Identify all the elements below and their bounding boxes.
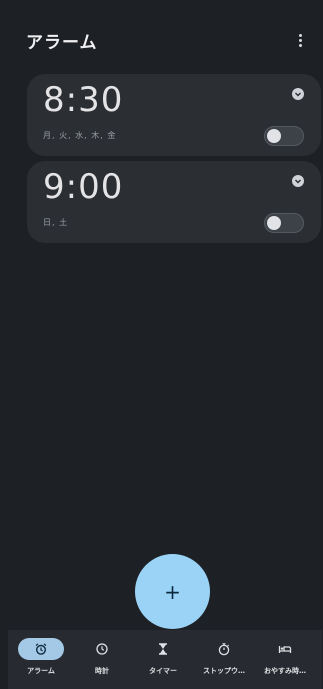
nav-item-bedtime[interactable]: おやすみ時… [254, 638, 316, 686]
alarm-time[interactable]: 9:00 [43, 167, 123, 207]
alarm-toggle[interactable] [264, 213, 304, 233]
nav-item-alarm[interactable]: アラーム [10, 638, 72, 686]
alarm-icon [18, 638, 64, 660]
expand-chevron-icon[interactable] [292, 88, 304, 100]
hourglass-icon [140, 638, 186, 660]
nav-label-alarm: アラーム [27, 667, 55, 675]
nav-label-stopwatch: ストップウ… [203, 667, 245, 675]
toggle-knob [267, 216, 281, 230]
nav-item-timer[interactable]: タイマー [132, 638, 194, 686]
more-options-icon[interactable] [292, 28, 308, 52]
nav-label-timer: タイマー [149, 667, 177, 675]
expand-chevron-icon[interactable] [292, 175, 304, 187]
alarm-card[interactable]: 8:30 月, 火, 水, 木, 金 [27, 74, 321, 156]
alarm-card[interactable]: 9:00 日, 土 [27, 161, 321, 243]
clock-icon [79, 638, 125, 660]
nav-label-clock: 時計 [95, 667, 109, 675]
stopwatch-icon [201, 638, 247, 660]
add-alarm-button[interactable]: + [135, 554, 210, 629]
alarm-days: 月, 火, 水, 木, 金 [43, 131, 117, 140]
toggle-knob [267, 129, 281, 143]
app-header: アラーム [26, 26, 308, 54]
alarm-toggle[interactable] [264, 126, 304, 146]
alarm-days: 日, 土 [43, 218, 69, 227]
bottom-navigation: アラーム 時計 タイマー ストップウ… おやすみ時… [8, 630, 322, 689]
nav-item-stopwatch[interactable]: ストップウ… [193, 638, 255, 686]
alarm-time[interactable]: 8:30 [43, 80, 123, 120]
alarm-app: アラーム 8:30 月, 火, 水, 木, 金 9:00 日, 土 + アラーム [8, 8, 322, 689]
bed-icon [262, 638, 308, 660]
plus-icon: + [164, 579, 181, 604]
nav-label-bedtime: おやすみ時… [264, 667, 306, 675]
page-title: アラーム [26, 32, 98, 53]
nav-item-clock[interactable]: 時計 [71, 638, 133, 686]
